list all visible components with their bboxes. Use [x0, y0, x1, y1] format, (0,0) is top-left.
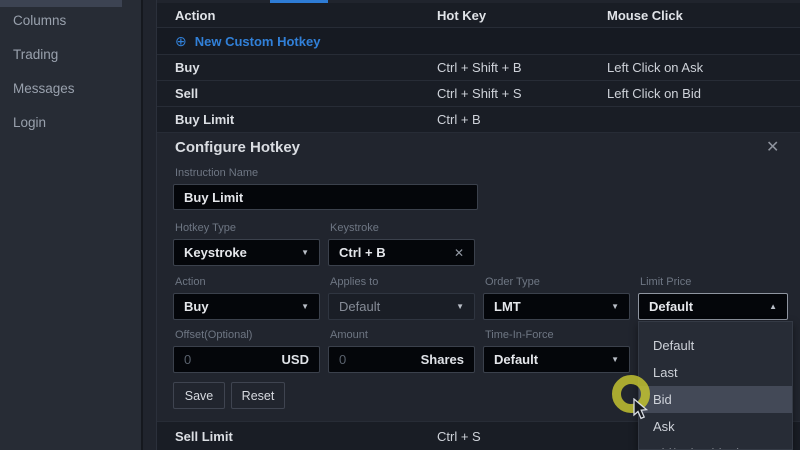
chevron-down-icon: ▼: [456, 302, 464, 311]
chevron-down-icon: ▼: [611, 302, 619, 311]
table-row-buy[interactable]: Buy Ctrl + Shift + B Left Click on Ask: [157, 55, 800, 81]
reset-button[interactable]: Reset: [231, 382, 285, 409]
action-select[interactable]: Buy ▼: [173, 293, 320, 320]
table-row-buy-limit[interactable]: Buy Limit Ctrl + B: [157, 107, 800, 133]
keystroke-label: Keystroke: [330, 222, 379, 234]
keystroke-input[interactable]: Ctrl + B ✕: [328, 239, 475, 266]
offset-unit: USD: [281, 352, 309, 367]
dialog-title: Configure Hotkey: [175, 139, 301, 156]
amount-input[interactable]: 0 Shares: [328, 346, 475, 373]
menu-option-clipped[interactable]: Bid/Ask Midpoint: [639, 440, 792, 449]
close-icon[interactable]: ✕: [766, 137, 779, 157]
header-action: Action: [175, 7, 216, 23]
applies-to-select[interactable]: Default ▼: [328, 293, 475, 320]
sidebar-item-trading[interactable]: Trading: [0, 43, 141, 67]
new-custom-hotkey-row[interactable]: ⊕ New Custom Hotkey: [157, 28, 800, 55]
row-hotkey: Ctrl + S: [437, 428, 481, 444]
offset-label: Offset(Optional): [175, 329, 253, 341]
chevron-up-icon: ▲: [769, 302, 777, 311]
menu-option-ask[interactable]: Ask: [639, 413, 792, 440]
clear-keystroke-icon[interactable]: ✕: [454, 246, 464, 260]
row-action: Buy: [175, 60, 200, 75]
amount-label: Amount: [330, 329, 368, 341]
time-in-force-select[interactable]: Default ▼: [483, 346, 630, 373]
row-hotkey: Ctrl + B: [437, 112, 481, 127]
row-action: Sell: [175, 86, 199, 101]
limit-price-label: Limit Price: [640, 276, 692, 288]
header-hot-key: Hot Key: [437, 7, 487, 23]
row-action: Sell Limit: [175, 428, 233, 444]
sidebar-item-login[interactable]: Login: [0, 111, 141, 135]
offset-input[interactable]: 0 USD: [173, 346, 320, 373]
row-mouse: Left Click on Ask: [607, 60, 704, 75]
new-custom-hotkey-label: New Custom Hotkey: [194, 33, 321, 49]
menu-option-default[interactable]: Default: [639, 332, 792, 359]
table-row-sell[interactable]: Sell Ctrl + Shift + S Left Click on Bid: [157, 81, 800, 107]
offset-placeholder: 0: [184, 352, 192, 367]
row-mouse: Left Click on Bid: [607, 86, 701, 101]
order-type-label: Order Type: [485, 276, 540, 288]
sidebar-item-messages[interactable]: Messages: [0, 77, 141, 101]
sidebar: Columns Trading Messages Login: [0, 0, 141, 450]
time-in-force-label: Time-In-Force: [485, 329, 554, 341]
menu-option-bid[interactable]: Bid: [639, 386, 792, 413]
applies-to-label: Applies to: [330, 276, 379, 288]
hotkeys-table-header: Action Hot Key Mouse Click: [157, 3, 800, 28]
hotkey-type-value: Keystroke: [184, 245, 247, 260]
keystroke-value: Ctrl + B: [339, 245, 386, 260]
new-custom-hotkey-link[interactable]: ⊕ New Custom Hotkey: [175, 28, 320, 54]
plus-circle-icon: ⊕: [175, 32, 187, 49]
time-in-force-value: Default: [494, 352, 539, 367]
hotkey-type-label: Hotkey Type: [175, 222, 236, 234]
row-hotkey: Ctrl + Shift + S: [437, 86, 522, 101]
order-type-select[interactable]: LMT ▼: [483, 293, 630, 320]
hotkey-type-select[interactable]: Keystroke ▼: [173, 239, 320, 266]
instruction-name-value: Buy Limit: [184, 189, 244, 205]
menu-option-last[interactable]: Last: [639, 359, 792, 386]
sidebar-selected-item-edge: [0, 0, 122, 7]
sidebar-divider: [141, 0, 143, 450]
limit-price-dropdown-menu: Default Last Bid Ask Bid/Ask Midpoint: [638, 321, 793, 450]
mouse-cursor-icon: [633, 398, 649, 420]
action-label: Action: [175, 276, 206, 288]
instruction-name-input[interactable]: Buy Limit: [173, 184, 478, 210]
order-type-value: LMT: [494, 299, 521, 314]
amount-unit: Shares: [420, 352, 464, 367]
limit-price-select[interactable]: Default ▲: [638, 293, 788, 320]
applies-to-value: Default: [339, 299, 381, 314]
row-action: Buy Limit: [175, 112, 235, 127]
sidebar-item-columns[interactable]: Columns: [0, 9, 141, 33]
header-mouse-click: Mouse Click: [607, 7, 683, 23]
limit-price-value: Default: [649, 299, 694, 314]
save-button[interactable]: Save: [173, 382, 225, 409]
row-hotkey: Ctrl + Shift + B: [437, 60, 522, 75]
action-value: Buy: [184, 299, 209, 314]
chevron-down-icon: ▼: [301, 302, 309, 311]
amount-placeholder: 0: [339, 352, 347, 367]
chevron-down-icon: ▼: [611, 355, 619, 364]
instruction-name-label: Instruction Name: [175, 167, 259, 179]
chevron-down-icon: ▼: [301, 248, 309, 257]
